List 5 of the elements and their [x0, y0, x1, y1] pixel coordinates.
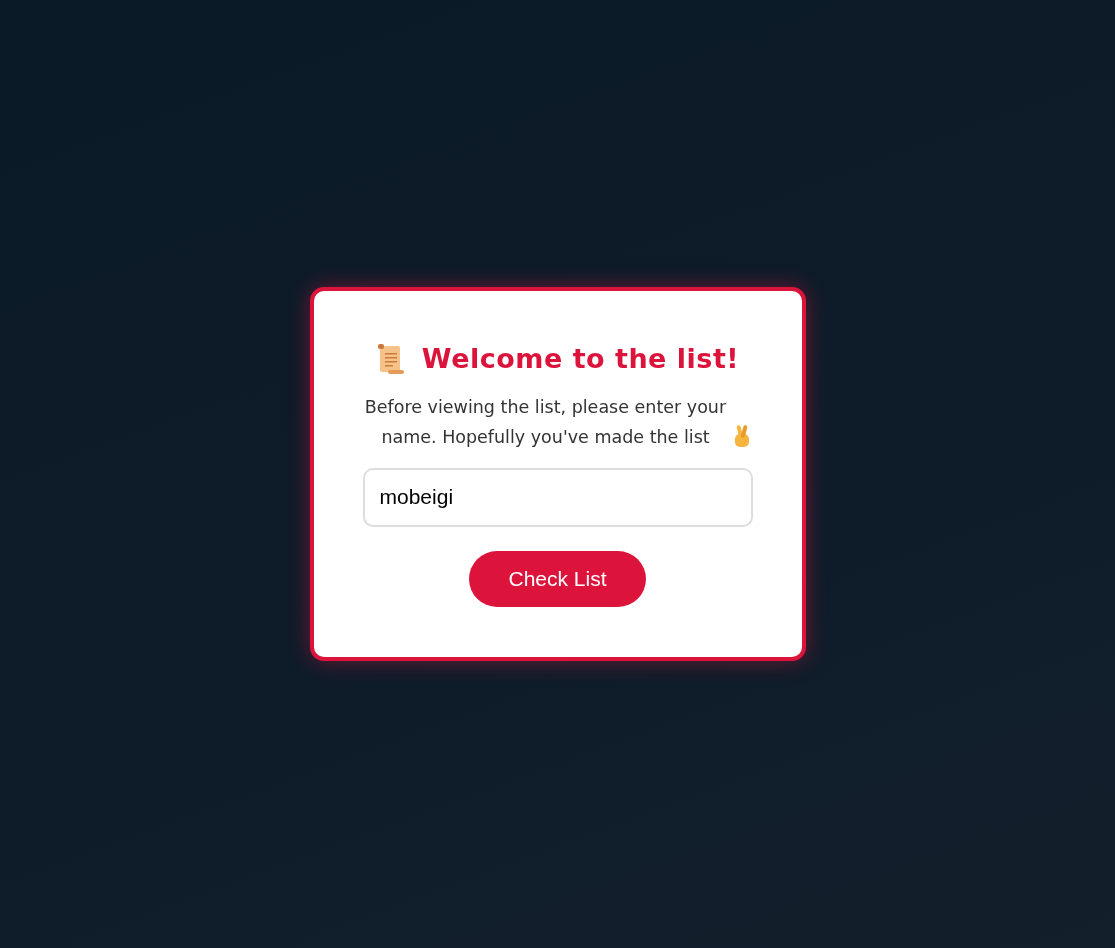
welcome-title: Welcome to the list!: [421, 343, 740, 376]
instruction-text: Before viewing the list, please enter your name. Hopefully you've made the list: [363, 395, 728, 449]
scroll-icon: [375, 343, 406, 376]
check-list-button[interactable]: Check List: [469, 550, 646, 607]
name-input[interactable]: mobeigi: [362, 467, 753, 527]
